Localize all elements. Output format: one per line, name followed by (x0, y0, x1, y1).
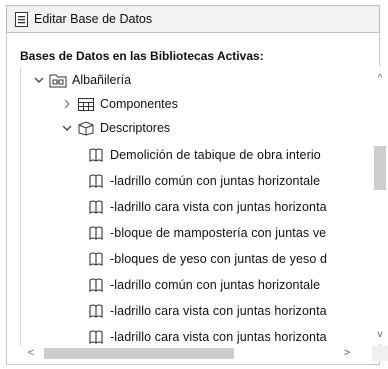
book-icon (87, 251, 105, 267)
chevron-right-icon[interactable] (61, 98, 73, 110)
chevron-down-icon[interactable] (61, 122, 73, 134)
item-label: -ladrillo común con juntas horizontale (110, 278, 321, 292)
list-item[interactable]: -ladrillo cara vista con juntas horizont… (87, 299, 327, 323)
book-icon (87, 303, 105, 319)
tree-node-albanileria[interactable]: Albañilería (33, 68, 131, 92)
vertical-scrollbar[interactable]: ^ v (372, 66, 388, 344)
scroll-up-button[interactable]: ^ (374, 72, 386, 86)
components-grid-icon (77, 96, 95, 112)
window-title: Editar Base de Datos (34, 12, 153, 26)
horizontal-scrollbar[interactable]: < > (20, 346, 372, 361)
scroll-down-button[interactable]: v (374, 328, 386, 342)
tree-node-label: Componentes (100, 97, 178, 111)
book-icon (87, 147, 105, 163)
title-bar: Editar Base de Datos (6, 5, 380, 33)
list-item[interactable]: -bloque de mampostería con juntas ve (87, 221, 326, 245)
book-icon (87, 225, 105, 241)
descriptors-box-icon (77, 120, 95, 136)
list-item[interactable]: -ladrillo común con juntas horizontale (87, 169, 320, 193)
scroll-left-button[interactable]: < (24, 346, 38, 361)
book-icon (87, 329, 105, 345)
scrollbar-corner (372, 346, 388, 361)
tree-node-descriptores[interactable]: Descriptores (61, 116, 170, 140)
list-item[interactable]: -ladrillo cara vista con juntas horizont… (87, 195, 327, 219)
tree-header: Bases de Datos en las Bibliotecas Activa… (20, 49, 264, 63)
list-item[interactable]: -bloques de yeso con juntas de yeso d (87, 247, 327, 271)
database-tree[interactable]: Albañilería Componentes Descriptores Dem… (20, 66, 373, 346)
item-label: Demolición de tabique de obra interio (110, 148, 321, 162)
tree-node-componentes[interactable]: Componentes (61, 92, 178, 116)
vertical-scroll-thumb[interactable] (374, 146, 386, 190)
list-item[interactable]: Demolición de tabique de obra interio (87, 143, 321, 167)
folder-database-icon (49, 72, 67, 88)
item-label: -ladrillo cara vista con juntas horizont… (110, 304, 327, 318)
list-item[interactable]: -ladrillo cara vista con juntas horizont… (87, 325, 327, 346)
item-label: -ladrillo cara vista con juntas horizont… (110, 330, 327, 344)
item-label: -bloques de yeso con juntas de yeso d (110, 252, 328, 266)
item-label: -ladrillo común con juntas horizontale (110, 174, 321, 188)
book-icon (87, 173, 105, 189)
book-icon (87, 277, 105, 293)
tree-node-label: Albañilería (72, 73, 132, 87)
horizontal-scroll-thumb[interactable] (44, 348, 234, 359)
book-icon (87, 199, 105, 215)
tree-node-label: Descriptores (100, 121, 171, 135)
chevron-down-icon[interactable] (33, 74, 45, 86)
database-window-icon (15, 11, 28, 27)
edit-database-window: Editar Base de Datos Bases de Datos en l… (0, 0, 388, 369)
scroll-right-button[interactable]: > (340, 346, 354, 361)
list-item[interactable]: -ladrillo común con juntas horizontale (87, 273, 320, 297)
item-label: -ladrillo cara vista con juntas horizont… (110, 200, 327, 214)
item-label: -bloque de mampostería con juntas ve (110, 226, 327, 240)
